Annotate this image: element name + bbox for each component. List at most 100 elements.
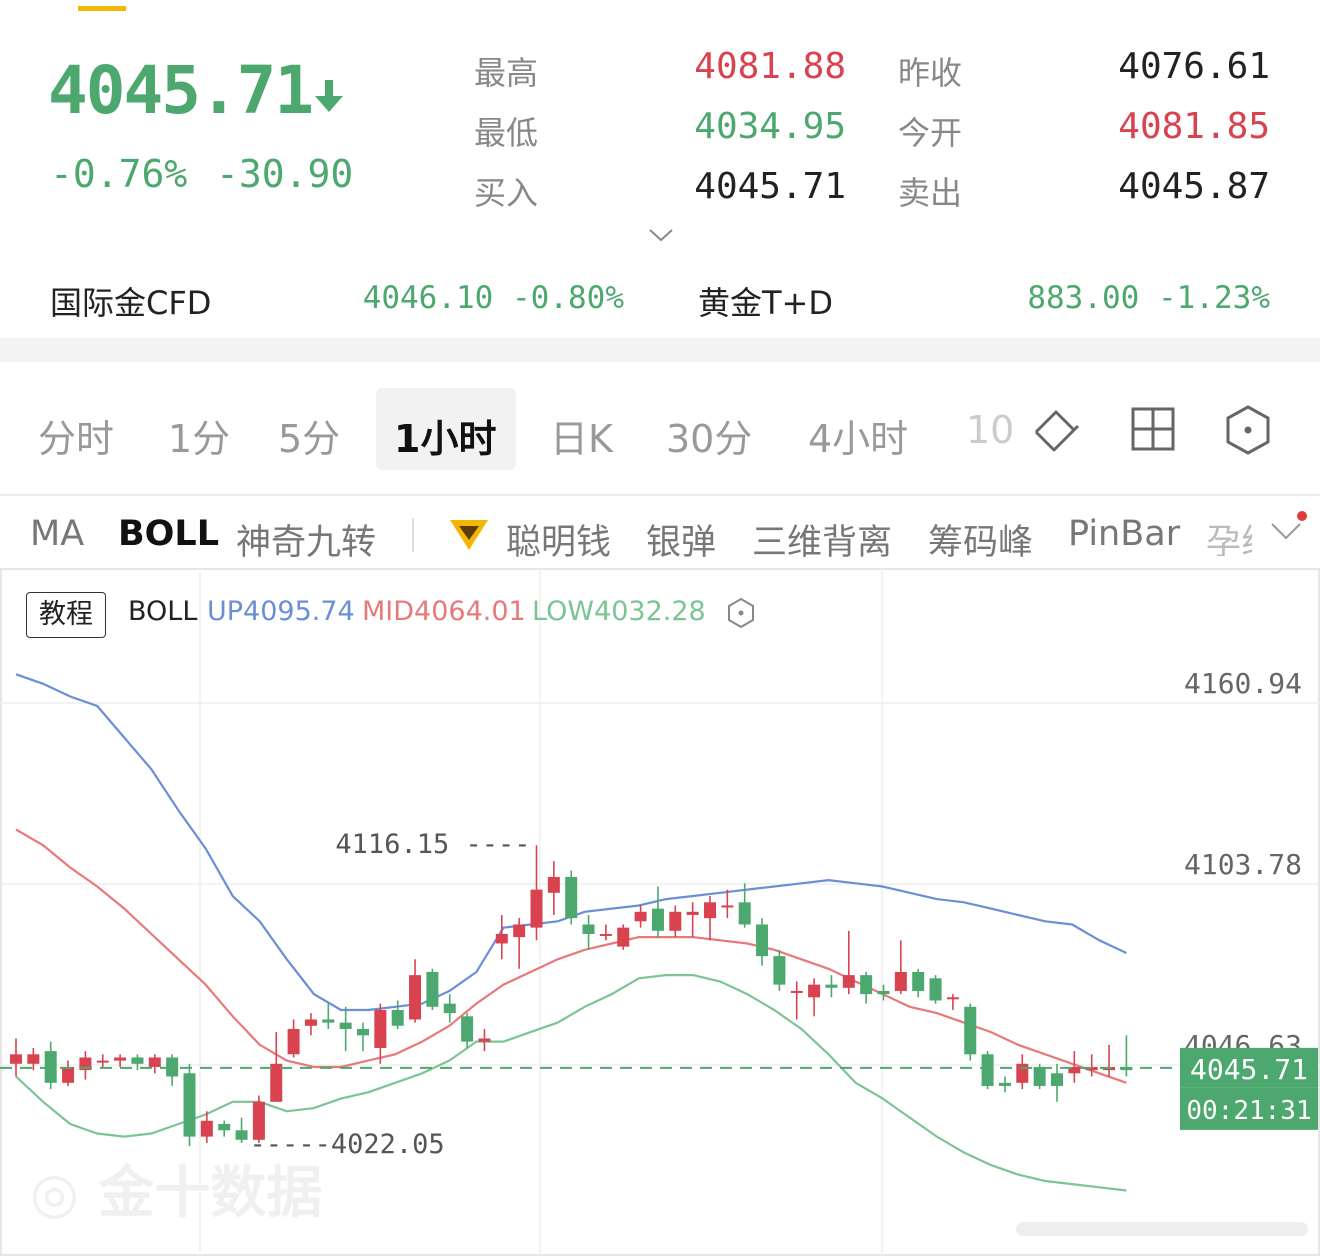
candle xyxy=(374,1009,387,1048)
indicator-more-clip: 孕线 xyxy=(1206,514,1252,556)
related-value-td[interactable]: 883.00 -1.23% xyxy=(980,280,1270,316)
tabs-divider xyxy=(0,494,1320,496)
boll-legend-mid: MID4064.01 xyxy=(362,596,526,627)
tab-1min[interactable]: 1分 xyxy=(168,408,230,463)
candle xyxy=(270,1063,283,1102)
candle xyxy=(599,933,612,936)
candle xyxy=(287,1028,300,1055)
boll-middle-line xyxy=(15,828,1127,1084)
candle xyxy=(634,911,647,922)
candle xyxy=(391,1009,404,1026)
boll-lower-line xyxy=(15,973,1127,1192)
candle xyxy=(62,1066,75,1083)
candle xyxy=(322,1019,335,1023)
related-name-td[interactable]: 黄金T+D xyxy=(698,278,833,324)
boll-legend-name: BOLL xyxy=(128,596,198,627)
candle xyxy=(513,924,526,938)
indicator-boll[interactable]: BOLL xyxy=(118,514,219,554)
candle xyxy=(495,933,508,944)
indicator-ma[interactable]: MA xyxy=(30,514,84,554)
sell-value: 4045.87 xyxy=(1118,166,1270,207)
current-price: 4045.71 xyxy=(48,52,314,129)
buy-label: 买入 xyxy=(474,174,539,212)
candle xyxy=(131,1057,144,1064)
prev-close-value: 4076.61 xyxy=(1118,46,1270,87)
indicator-chip-peak[interactable]: 筹码峰 xyxy=(928,514,1033,565)
tab-5min[interactable]: 5分 xyxy=(278,408,340,463)
indicator-silver-bullet[interactable]: 银弹 xyxy=(646,514,716,565)
buy-value: 4045.71 xyxy=(694,166,846,207)
related-price-td: 883.00 xyxy=(1027,280,1140,316)
candle xyxy=(738,902,751,925)
prev-close-label: 昨收 xyxy=(898,54,963,92)
candle xyxy=(304,1019,317,1026)
scroll-track[interactable] xyxy=(1016,1222,1308,1236)
indicator-separator xyxy=(412,518,414,552)
tab-4hour[interactable]: 4小时 xyxy=(808,408,908,463)
candle xyxy=(1016,1063,1029,1083)
tutorial-button[interactable]: 教程 xyxy=(26,592,106,638)
tab-daily-k[interactable]: 日K xyxy=(550,408,613,463)
candle xyxy=(860,975,873,995)
candle xyxy=(96,1060,109,1063)
candlestick-chart[interactable]: 4160.944103.784046.63◎ 金十数据4045.7100:21:… xyxy=(0,568,1320,1257)
indicator-pinbar[interactable]: PinBar xyxy=(1068,514,1180,554)
candle xyxy=(461,1016,474,1042)
tab-fenshi[interactable]: 分时 xyxy=(38,408,114,463)
period-tabs: 分时 1分 5分 1小时 日K 30分 4小时 10 xyxy=(0,362,1320,494)
candle xyxy=(704,902,716,919)
candle xyxy=(825,984,838,988)
candle xyxy=(1033,1066,1046,1086)
candle xyxy=(912,971,925,991)
candle xyxy=(842,975,855,988)
boll-legend-up: UP4095.74 xyxy=(207,596,355,627)
expand-chevron-icon[interactable] xyxy=(648,226,674,244)
candle xyxy=(721,905,734,908)
indicator-3d-divergence[interactable]: 三维背离 xyxy=(752,514,892,565)
chevron-down-icon[interactable] xyxy=(1262,508,1312,548)
related-price-cfd: 4046.10 xyxy=(362,280,494,316)
candle xyxy=(877,990,890,995)
legend-settings-icon[interactable] xyxy=(726,597,756,629)
candle xyxy=(773,956,786,985)
indicator-harami[interactable]: 孕线 xyxy=(1206,514,1252,556)
active-tab-indicator xyxy=(78,6,126,11)
candle xyxy=(200,1120,213,1137)
related-value-cfd[interactable]: 4046.10 -0.80% xyxy=(340,280,624,316)
candle xyxy=(10,1054,22,1064)
down-arrow-icon xyxy=(315,80,343,112)
layout-grid-icon[interactable] xyxy=(1130,406,1176,452)
tab-1hour[interactable]: 1小时 xyxy=(394,408,496,463)
candle xyxy=(998,1082,1011,1086)
indicator-shenqi[interactable]: 神奇九转 xyxy=(236,514,376,565)
section-divider xyxy=(0,338,1320,362)
related-name-cfd[interactable]: 国际金CFD xyxy=(50,278,211,324)
candle xyxy=(148,1057,161,1067)
indicator-smart-money[interactable]: 聪明钱 xyxy=(506,514,611,565)
candle xyxy=(235,1130,248,1140)
candle xyxy=(946,997,959,1000)
low-value: 4034.95 xyxy=(694,106,846,147)
candle xyxy=(27,1054,40,1064)
candle xyxy=(617,927,630,947)
tab-10[interactable]: 10 xyxy=(966,408,1014,452)
candle xyxy=(478,1038,491,1042)
tab-30min[interactable]: 30分 xyxy=(666,408,752,463)
draw-tool-icon[interactable] xyxy=(1030,402,1084,456)
candle xyxy=(565,876,578,919)
candle xyxy=(808,984,821,998)
candle xyxy=(686,911,699,915)
settings-hex-icon[interactable] xyxy=(1224,404,1272,456)
candle xyxy=(964,1006,977,1055)
candle xyxy=(790,990,803,993)
max-price-marker: 4116.15 ---- xyxy=(335,829,530,860)
candle xyxy=(929,978,942,1001)
candle xyxy=(357,1028,369,1036)
min-price-marker: -----4022.05 xyxy=(250,1129,445,1160)
candle xyxy=(756,924,769,957)
watermark-text: ◎ 金十数据 xyxy=(30,1161,322,1226)
candle xyxy=(547,876,560,893)
candle xyxy=(981,1054,994,1086)
diamond-vip-icon xyxy=(450,520,488,550)
open-value: 4081.85 xyxy=(1118,106,1270,147)
